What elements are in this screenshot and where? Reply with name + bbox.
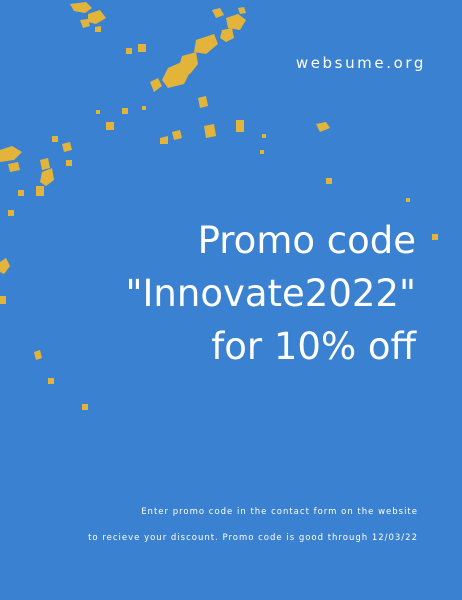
promo-fine-print: Enter promo code in the contact form on … [88,499,418,551]
promo-flyer: websume.org Promo code "Innovate2022" fo… [0,0,462,600]
headline-line-2: "Innovate2022" [125,272,417,315]
headline-line-3: for 10% off [211,325,416,368]
headline-line-1: Promo code [197,219,416,262]
fine-print-line-2: to recieve your discount. Promo code is … [88,533,418,543]
fine-print-line-1: Enter promo code in the contact form on … [141,507,418,517]
promo-headline: Promo code "Innovate2022" for 10% off [126,214,417,373]
website-url: websume.org [295,54,426,72]
